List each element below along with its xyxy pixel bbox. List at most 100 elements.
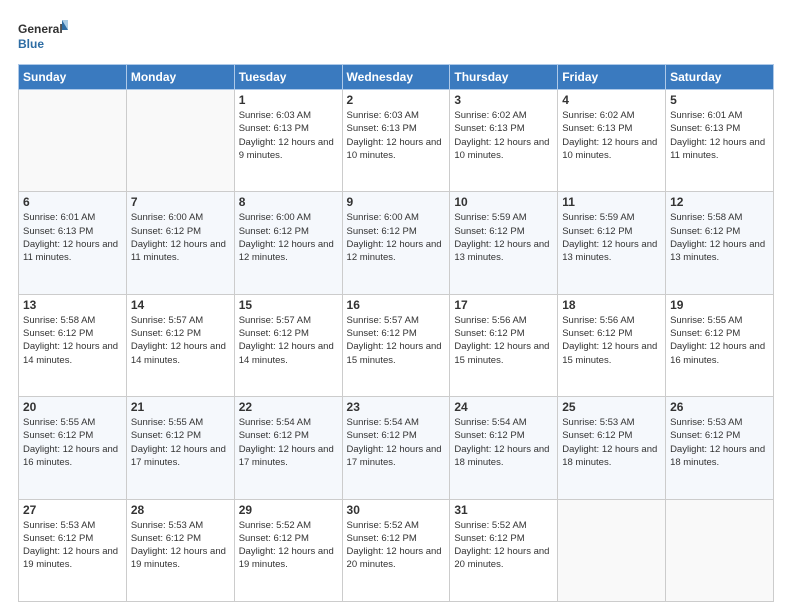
calendar-cell: 22 Sunrise: 5:54 AM Sunset: 6:12 PM Dayli… — [234, 397, 342, 499]
calendar-cell: 6 Sunrise: 6:01 AM Sunset: 6:13 PM Daylig… — [19, 192, 127, 294]
day-info: Sunrise: 5:53 AM Sunset: 6:12 PM Dayligh… — [670, 416, 769, 469]
calendar-cell — [126, 90, 234, 192]
calendar-week-row: 6 Sunrise: 6:01 AM Sunset: 6:13 PM Daylig… — [19, 192, 774, 294]
day-info: Sunrise: 5:56 AM Sunset: 6:12 PM Dayligh… — [562, 314, 661, 367]
day-info: Sunrise: 6:03 AM Sunset: 6:13 PM Dayligh… — [347, 109, 446, 162]
svg-text:General: General — [18, 22, 63, 36]
day-info: Sunrise: 5:59 AM Sunset: 6:12 PM Dayligh… — [562, 211, 661, 264]
calendar-cell: 14 Sunrise: 5:57 AM Sunset: 6:12 PM Dayli… — [126, 294, 234, 396]
day-number: 8 — [239, 195, 338, 209]
day-info: Sunrise: 6:00 AM Sunset: 6:12 PM Dayligh… — [347, 211, 446, 264]
day-info: Sunrise: 5:53 AM Sunset: 6:12 PM Dayligh… — [23, 519, 122, 572]
calendar-week-row: 20Sunrise: 5:55 AM Sunset: 6:12 PM Dayli… — [19, 397, 774, 499]
day-info: Sunrise: 5:52 AM Sunset: 6:12 PM Dayligh… — [347, 519, 446, 572]
calendar-day-header: Saturday — [666, 65, 774, 90]
day-number: 3 — [454, 93, 553, 107]
day-info: Sunrise: 5:54 AM Sunset: 6:12 PM Dayligh… — [454, 416, 553, 469]
calendar-table: SundayMondayTuesdayWednesdayThursdayFrid… — [18, 64, 774, 602]
day-number: 7 — [131, 195, 230, 209]
calendar-cell: 5 Sunrise: 6:01 AM Sunset: 6:13 PM Daylig… — [666, 90, 774, 192]
calendar-cell: 16Sunrise: 5:57 AM Sunset: 6:12 PM Dayli… — [342, 294, 450, 396]
calendar-cell: 11 Sunrise: 5:59 AM Sunset: 6:12 PM Dayli… — [558, 192, 666, 294]
day-number: 19 — [670, 298, 769, 312]
day-number: 5 — [670, 93, 769, 107]
day-number: 9 — [347, 195, 446, 209]
calendar-cell: 3Sunrise: 6:02 AM Sunset: 6:13 PM Daylig… — [450, 90, 558, 192]
day-number: 11 — [562, 195, 661, 209]
day-info: Sunrise: 6:01 AM Sunset: 6:13 PM Dayligh… — [670, 109, 769, 162]
calendar-cell: 9 Sunrise: 6:00 AM Sunset: 6:12 PM Daylig… — [342, 192, 450, 294]
calendar-cell: 18 Sunrise: 5:56 AM Sunset: 6:12 PM Dayli… — [558, 294, 666, 396]
day-info: Sunrise: 6:00 AM Sunset: 6:12 PM Dayligh… — [131, 211, 230, 264]
calendar-day-header: Monday — [126, 65, 234, 90]
day-number: 24 — [454, 400, 553, 414]
calendar-cell: 27 Sunrise: 5:53 AM Sunset: 6:12 PM Dayli… — [19, 499, 127, 601]
calendar-day-header: Thursday — [450, 65, 558, 90]
calendar-cell: 4 Sunrise: 6:02 AM Sunset: 6:13 PM Daylig… — [558, 90, 666, 192]
svg-text:Blue: Blue — [18, 37, 44, 51]
day-number: 25 — [562, 400, 661, 414]
day-info: Sunrise: 5:54 AM Sunset: 6:12 PM Dayligh… — [239, 416, 338, 469]
day-number: 30 — [347, 503, 446, 517]
calendar-cell: 15 Sunrise: 5:57 AM Sunset: 6:12 PM Dayli… — [234, 294, 342, 396]
calendar-cell — [19, 90, 127, 192]
calendar-cell: 19 Sunrise: 5:55 AM Sunset: 6:12 PM Dayli… — [666, 294, 774, 396]
day-info: Sunrise: 6:01 AM Sunset: 6:13 PM Dayligh… — [23, 211, 122, 264]
calendar-cell: 7 Sunrise: 6:00 AM Sunset: 6:12 PM Daylig… — [126, 192, 234, 294]
calendar-cell: 31Sunrise: 5:52 AM Sunset: 6:12 PM Dayli… — [450, 499, 558, 601]
calendar-week-row: 27 Sunrise: 5:53 AM Sunset: 6:12 PM Dayli… — [19, 499, 774, 601]
day-number: 6 — [23, 195, 122, 209]
calendar-cell: 25 Sunrise: 5:53 AM Sunset: 6:12 PM Dayli… — [558, 397, 666, 499]
calendar-cell — [558, 499, 666, 601]
day-number: 21 — [131, 400, 230, 414]
day-info: Sunrise: 5:57 AM Sunset: 6:12 PM Dayligh… — [347, 314, 446, 367]
day-number: 22 — [239, 400, 338, 414]
day-info: Sunrise: 5:57 AM Sunset: 6:12 PM Dayligh… — [131, 314, 230, 367]
day-info: Sunrise: 5:56 AM Sunset: 6:12 PM Dayligh… — [454, 314, 553, 367]
logo-icon: General Blue — [18, 18, 68, 54]
day-number: 15 — [239, 298, 338, 312]
day-info: Sunrise: 5:53 AM Sunset: 6:12 PM Dayligh… — [562, 416, 661, 469]
page-header: General Blue — [18, 18, 774, 54]
day-info: Sunrise: 6:00 AM Sunset: 6:12 PM Dayligh… — [239, 211, 338, 264]
calendar-cell: 20Sunrise: 5:55 AM Sunset: 6:12 PM Dayli… — [19, 397, 127, 499]
day-number: 29 — [239, 503, 338, 517]
calendar-day-header: Sunday — [19, 65, 127, 90]
day-info: Sunrise: 5:58 AM Sunset: 6:12 PM Dayligh… — [670, 211, 769, 264]
calendar-week-row: 1 Sunrise: 6:03 AM Sunset: 6:13 PM Daylig… — [19, 90, 774, 192]
day-number: 12 — [670, 195, 769, 209]
day-number: 27 — [23, 503, 122, 517]
day-number: 28 — [131, 503, 230, 517]
calendar-cell: 26 Sunrise: 5:53 AM Sunset: 6:12 PM Dayli… — [666, 397, 774, 499]
logo: General Blue — [18, 18, 68, 54]
calendar-cell: 23Sunrise: 5:54 AM Sunset: 6:12 PM Dayli… — [342, 397, 450, 499]
day-number: 23 — [347, 400, 446, 414]
calendar-cell: 29 Sunrise: 5:52 AM Sunset: 6:12 PM Dayli… — [234, 499, 342, 601]
day-number: 26 — [670, 400, 769, 414]
day-info: Sunrise: 5:57 AM Sunset: 6:12 PM Dayligh… — [239, 314, 338, 367]
day-info: Sunrise: 5:59 AM Sunset: 6:12 PM Dayligh… — [454, 211, 553, 264]
calendar-day-header: Wednesday — [342, 65, 450, 90]
day-number: 4 — [562, 93, 661, 107]
day-number: 2 — [347, 93, 446, 107]
day-info: Sunrise: 5:55 AM Sunset: 6:12 PM Dayligh… — [670, 314, 769, 367]
calendar-cell: 12 Sunrise: 5:58 AM Sunset: 6:12 PM Dayli… — [666, 192, 774, 294]
calendar-cell: 1Sunrise: 6:03 AM Sunset: 6:13 PM Daylig… — [234, 90, 342, 192]
calendar-day-header: Tuesday — [234, 65, 342, 90]
calendar-cell: 10 Sunrise: 5:59 AM Sunset: 6:12 PM Dayli… — [450, 192, 558, 294]
calendar-cell: 8 Sunrise: 6:00 AM Sunset: 6:12 PM Daylig… — [234, 192, 342, 294]
day-number: 1 — [239, 93, 338, 107]
calendar-cell: 21Sunrise: 5:55 AM Sunset: 6:12 PM Dayli… — [126, 397, 234, 499]
calendar-cell: 28Sunrise: 5:53 AM Sunset: 6:12 PM Dayli… — [126, 499, 234, 601]
calendar-header-row: SundayMondayTuesdayWednesdayThursdayFrid… — [19, 65, 774, 90]
day-number: 14 — [131, 298, 230, 312]
day-info: Sunrise: 5:52 AM Sunset: 6:12 PM Dayligh… — [239, 519, 338, 572]
day-number: 17 — [454, 298, 553, 312]
calendar-cell: 2 Sunrise: 6:03 AM Sunset: 6:13 PM Daylig… — [342, 90, 450, 192]
calendar-cell: 13Sunrise: 5:58 AM Sunset: 6:12 PM Dayli… — [19, 294, 127, 396]
day-number: 20 — [23, 400, 122, 414]
day-number: 10 — [454, 195, 553, 209]
day-info: Sunrise: 6:02 AM Sunset: 6:13 PM Dayligh… — [562, 109, 661, 162]
calendar-cell: 17 Sunrise: 5:56 AM Sunset: 6:12 PM Dayli… — [450, 294, 558, 396]
day-number: 18 — [562, 298, 661, 312]
